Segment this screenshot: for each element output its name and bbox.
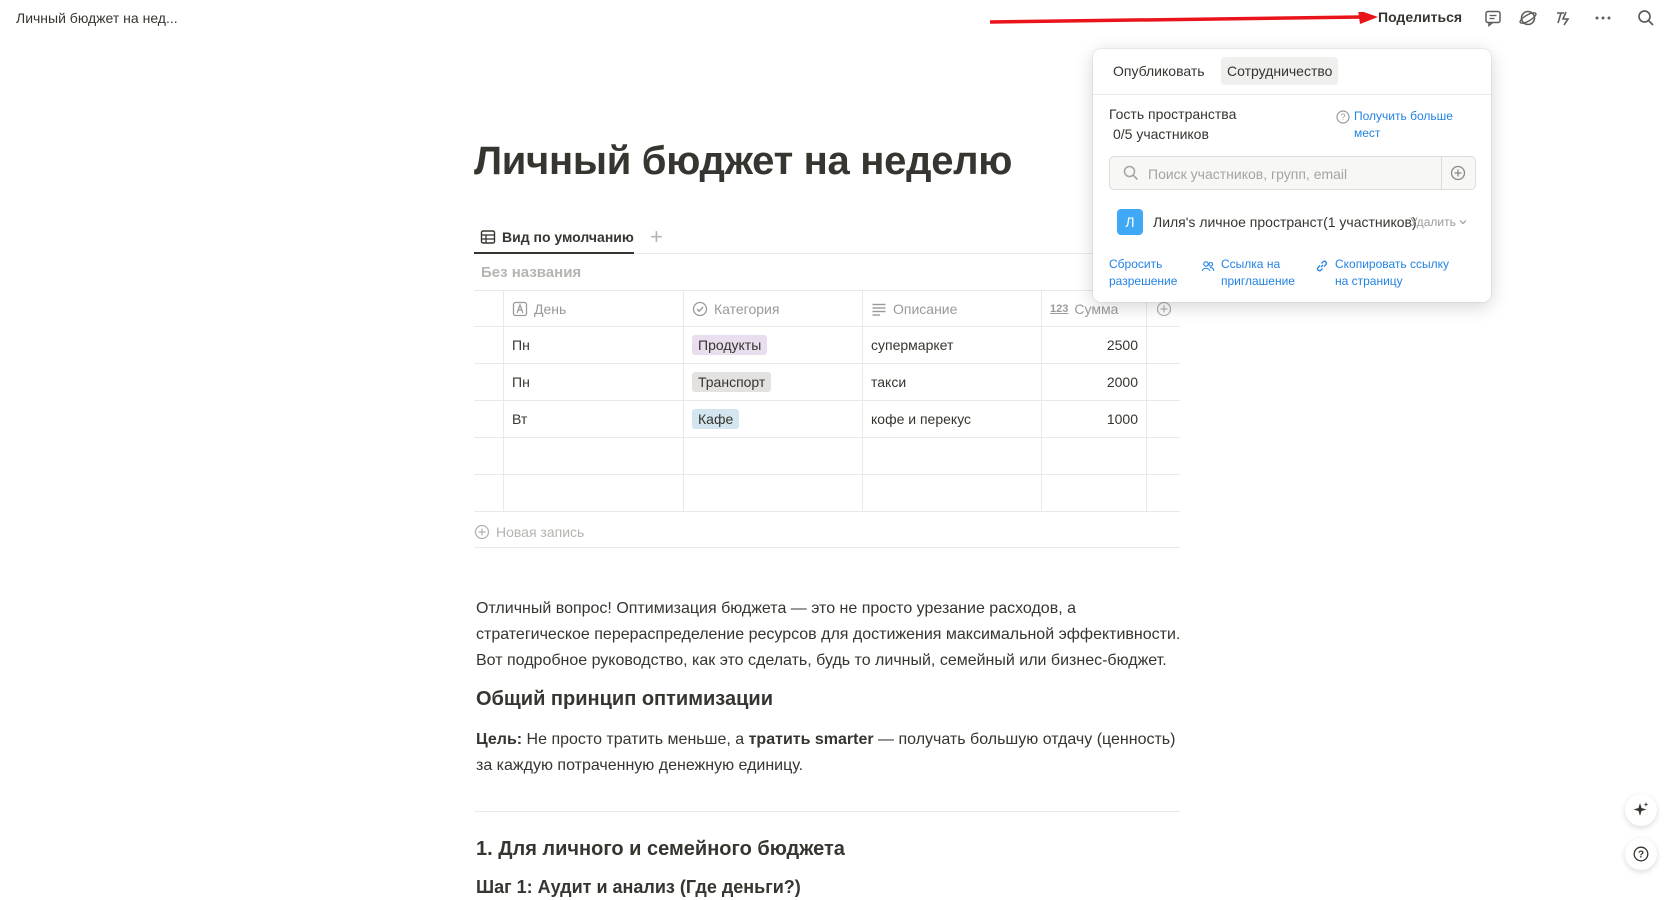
tab-publish[interactable]: Опубликовать [1107, 57, 1211, 85]
category-tag: Транспорт [692, 372, 772, 392]
avatar: Л [1117, 209, 1143, 235]
updates-icon[interactable] [1518, 8, 1538, 28]
people-icon [1201, 261, 1215, 272]
heading-step-1[interactable]: Шаг 1: Аудит и анализ (Где деньги?) [476, 877, 801, 898]
more-seats-link[interactable]: ? Получить больше мест [1336, 108, 1464, 142]
member-remove-dropdown[interactable]: Удалить [1410, 215, 1468, 229]
cell-description[interactable]: такси [863, 364, 1042, 400]
table-row-empty[interactable] [474, 475, 1180, 512]
reset-permission-label: Сбросить разрешение [1109, 257, 1178, 288]
search-icon[interactable] [1636, 8, 1656, 28]
add-view-button[interactable]: + [650, 226, 663, 248]
reset-permission-link[interactable]: Сбросить разрешение [1109, 256, 1184, 290]
table-row[interactable]: Пн Транспорт такси 2000 [474, 364, 1180, 401]
tab-default-view-label: Вид по умолчанию [502, 229, 634, 245]
copy-page-link[interactable]: Скопировать ссылку на страницу [1315, 256, 1450, 290]
guest-title: Гость пространства [1109, 106, 1237, 122]
goal-text: Не просто тратить меньше, а [522, 731, 749, 748]
plus-circle-icon [474, 524, 490, 539]
cell-amount[interactable]: 2500 [1042, 327, 1147, 363]
table-row[interactable]: Пн Продукты супермаркет 2500 [474, 327, 1180, 364]
tab-default-view[interactable]: Вид по умолчанию [474, 222, 634, 254]
invite-link[interactable]: Ссылка на приглашение [1201, 256, 1301, 290]
intro-paragraph[interactable]: Отличный вопрос! Оптимизация бюджета — э… [476, 596, 1186, 674]
chevron-down-icon [1459, 220, 1467, 225]
view-tabs: Вид по умолчанию + [474, 222, 1180, 254]
share-tabs: Опубликовать Сотрудничество [1093, 49, 1491, 95]
new-record-label: Новая запись [496, 523, 585, 540]
share-popover: Опубликовать Сотрудничество Гость простр… [1093, 49, 1491, 302]
more-seats-label: Получить больше мест [1354, 109, 1453, 140]
heading-general-principle[interactable]: Общий принцип оптимизации [476, 688, 773, 711]
cell-day[interactable]: Пн [504, 327, 684, 363]
column-header-label: Описание [893, 300, 958, 317]
page-title[interactable]: Личный бюджет на неделю [474, 139, 1012, 184]
member-row[interactable]: Л Лиля's личное пространст(1 участников)… [1117, 208, 1469, 236]
goal-label: Цель: [476, 731, 523, 748]
link-icon [1316, 260, 1328, 272]
member-search [1109, 156, 1476, 190]
breadcrumb[interactable]: Личный бюджет на нед... [16, 10, 178, 26]
member-remove-label: Удалить [1410, 215, 1456, 229]
annotation-arrow [990, 12, 1378, 24]
member-search-input[interactable] [1148, 163, 1428, 185]
table-header-row: День Категория Описание 123 Сумма [474, 290, 1180, 327]
help-icon[interactable]: ? [1625, 838, 1657, 870]
cell-day[interactable]: Вт [504, 401, 684, 437]
member-name: Лиля's личное пространст(1 участников) [1153, 214, 1417, 230]
cell-day[interactable]: Пн [504, 364, 684, 400]
svg-text:?: ? [1340, 112, 1345, 122]
column-header-label: Категория [714, 300, 780, 317]
comment-icon[interactable] [1483, 8, 1503, 28]
select-type-icon [692, 301, 708, 316]
more-icon[interactable] [1593, 8, 1613, 28]
category-tag: Кафе [692, 409, 740, 429]
copy-page-link-label: Скопировать ссылку на страницу [1335, 257, 1450, 288]
new-record-button[interactable]: Новая запись [474, 516, 1180, 548]
search-icon [1123, 165, 1139, 181]
cell-description[interactable]: кофе и перекус [863, 401, 1042, 437]
category-tag: Продукты [692, 335, 768, 355]
ai-icon[interactable] [1554, 8, 1574, 28]
text-lines-icon [872, 303, 886, 316]
tab-collaboration[interactable]: Сотрудничество [1221, 57, 1339, 85]
column-header-label: День [534, 300, 567, 317]
invite-link-label: Ссылка на приглашение [1221, 257, 1295, 288]
cell-description[interactable]: супермаркет [863, 327, 1042, 363]
divider [474, 811, 1180, 812]
cell-category[interactable]: Продукты [684, 327, 863, 363]
help-icon: ? [1336, 110, 1350, 124]
cell-category[interactable]: Кафе [684, 401, 863, 437]
cell-amount[interactable]: 1000 [1042, 401, 1147, 437]
database-table: День Категория Описание 123 Сумма Пн Про… [474, 290, 1180, 512]
cell-category[interactable]: Транспорт [684, 364, 863, 400]
number-type-icon: 123 [1050, 302, 1069, 315]
goal-paragraph[interactable]: Цель: Не просто тратить меньше, а тратит… [476, 727, 1186, 779]
column-header-label: Сумма [1074, 300, 1119, 317]
heading-personal-budget[interactable]: 1. Для личного и семейного бюджета [476, 838, 845, 861]
add-member-icon[interactable] [1450, 165, 1466, 181]
column-header-day[interactable]: День [504, 291, 684, 326]
share-button[interactable]: Поделиться [1378, 9, 1462, 25]
cell-amount[interactable]: 2000 [1042, 364, 1147, 400]
guest-count: 0/5 участников [1113, 126, 1209, 142]
svg-text:?: ? [1638, 850, 1644, 861]
top-bar: Личный бюджет на нед... Поделиться [0, 0, 1664, 36]
ai-sparkle-icon[interactable] [1625, 794, 1657, 826]
goal-bold: тратить smarter [748, 731, 874, 748]
table-icon [480, 230, 496, 244]
plus-circle-icon [1156, 301, 1171, 316]
column-header-description[interactable]: Описание [863, 291, 1042, 326]
column-header-category[interactable]: Категория [684, 291, 863, 326]
table-name[interactable]: Без названия [481, 264, 581, 281]
text-type-icon [512, 301, 528, 316]
table-row[interactable]: Вт Кафе кофе и перекус 1000 [474, 401, 1180, 438]
table-row-empty[interactable] [474, 438, 1180, 475]
